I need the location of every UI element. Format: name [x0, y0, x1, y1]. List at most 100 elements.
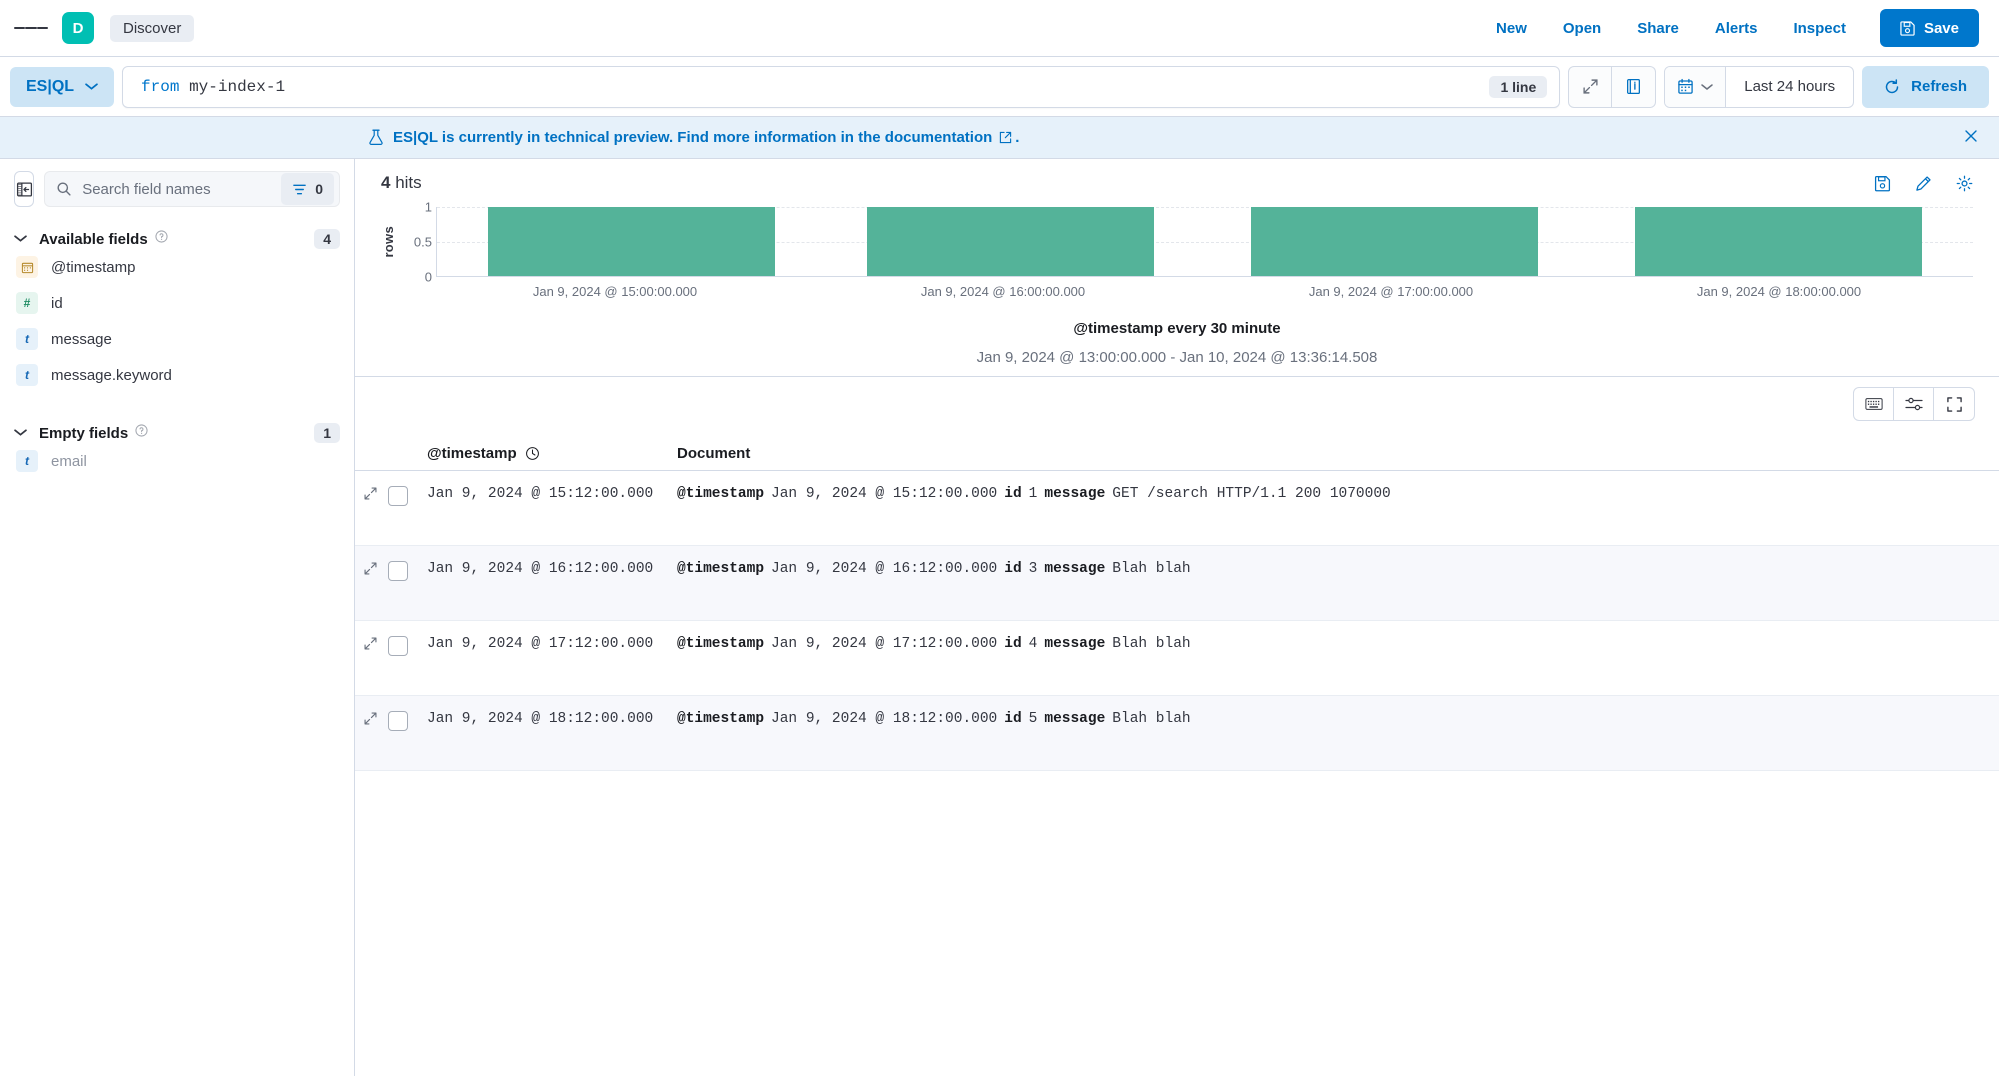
save-button-label: Save — [1924, 20, 1959, 37]
table-row[interactable]: Jan 9, 2024 @ 16:12:00.000 @timestampJan… — [355, 546, 1999, 621]
doc-field-value: 4 — [1029, 636, 1038, 652]
save-chart-icon[interactable] — [1874, 175, 1891, 192]
hits-count: 4 — [381, 173, 390, 192]
question-circle-icon[interactable] — [135, 424, 148, 442]
table-row[interactable]: Jan 9, 2024 @ 17:12:00.000 @timestampJan… — [355, 621, 1999, 696]
sidebar-field-message-keyword[interactable]: t message.keyword — [14, 357, 340, 393]
refresh-button[interactable]: Refresh — [1862, 66, 1989, 108]
nav-link-share[interactable]: Share — [1637, 20, 1679, 37]
table-row[interactable]: Jan 9, 2024 @ 15:12:00.000 @timestampJan… — [355, 471, 1999, 546]
y-tick: 0.5 — [414, 235, 432, 250]
chart-toolbar — [1874, 175, 1973, 192]
search-field-wrapper[interactable]: 0 — [44, 171, 340, 207]
sidebar-field-id[interactable]: # id — [14, 285, 340, 321]
bar[interactable] — [867, 207, 1154, 276]
bar[interactable] — [1251, 207, 1538, 276]
x-tick: Jan 9, 2024 @ 17:00:00.000 — [1309, 284, 1473, 299]
query-input-wrapper[interactable]: from my-index-1 1 line — [122, 66, 1560, 108]
expand-row-icon[interactable] — [363, 636, 378, 656]
field-filter-count: 0 — [315, 181, 323, 197]
row-select-checkbox[interactable] — [388, 636, 408, 656]
row-select-checkbox[interactable] — [388, 711, 408, 731]
display-options-button[interactable] — [1894, 388, 1934, 420]
close-icon[interactable] — [1963, 128, 1979, 148]
bar[interactable] — [488, 207, 775, 276]
expand-row-icon[interactable] — [363, 486, 378, 506]
query-keyword: from — [141, 78, 179, 96]
y-axis-label: rows — [381, 226, 396, 258]
chart-options-gear-icon[interactable] — [1956, 175, 1973, 192]
sidebar-field-timestamp[interactable]: @timestamp — [14, 249, 340, 285]
chart-title: @timestamp every 30 minute — [381, 320, 1973, 337]
refresh-icon — [1884, 79, 1900, 95]
doc-field-key: message — [1044, 486, 1105, 502]
edit-pencil-icon[interactable] — [1915, 175, 1932, 192]
expand-row-icon[interactable] — [363, 561, 378, 581]
save-button[interactable]: Save — [1880, 9, 1979, 47]
row-timestamp: Jan 9, 2024 @ 18:12:00.000 — [427, 711, 677, 727]
beaker-flask-icon — [368, 129, 384, 146]
doc-field-key: message — [1044, 561, 1105, 577]
bar[interactable] — [1635, 207, 1922, 276]
sidebar-field-message[interactable]: t message — [14, 321, 340, 357]
date-quick-select-button[interactable] — [1665, 67, 1726, 107]
row-document: @timestampJan 9, 2024 @ 17:12:00.000id4m… — [677, 636, 1191, 652]
doc-field-value: Jan 9, 2024 @ 18:12:00.000 — [771, 711, 997, 727]
query-language-selector[interactable]: ES|QL — [10, 67, 114, 107]
collapse-sidebar-icon — [16, 181, 33, 198]
field-type-string-icon: t — [16, 328, 38, 350]
display-options-icon — [1905, 396, 1923, 412]
column-header-document[interactable]: Document — [677, 445, 750, 462]
sidebar-field-email[interactable]: t email — [14, 443, 340, 479]
y-tick: 1 — [425, 200, 432, 215]
x-tick: Jan 9, 2024 @ 18:00:00.000 — [1697, 284, 1861, 299]
nav-link-inspect[interactable]: Inspect — [1793, 20, 1846, 37]
doc-field-key: id — [1004, 486, 1021, 502]
sidebar-search-row: 0 — [14, 171, 340, 207]
nav-link-open[interactable]: Open — [1563, 20, 1601, 37]
row-select-checkbox[interactable] — [388, 486, 408, 506]
collapse-sidebar-button[interactable] — [14, 171, 34, 207]
available-fields-header[interactable]: Available fields 4 — [14, 229, 340, 249]
query-docs-button[interactable] — [1612, 66, 1656, 108]
breadcrumb[interactable]: Discover — [110, 15, 194, 42]
question-circle-icon[interactable] — [155, 230, 168, 248]
hamburger-menu-icon[interactable] — [14, 11, 48, 45]
external-link-icon[interactable] — [999, 131, 1012, 144]
callout-text[interactable]: ES|QL is currently in technical preview.… — [393, 129, 992, 146]
row-select-checkbox[interactable] — [388, 561, 408, 581]
empty-fields-header[interactable]: Empty fields 1 — [14, 423, 340, 443]
table-toolbar — [355, 377, 1999, 427]
documents-table: @timestamp Document — [355, 427, 1999, 1076]
field-type-number-icon: # — [16, 292, 38, 314]
chart-plot-area[interactable] — [436, 207, 1973, 277]
nav-link-new[interactable]: New — [1496, 20, 1527, 37]
x-axis: Jan 9, 2024 @ 15:00:00.000 Jan 9, 2024 @… — [421, 284, 1973, 304]
doc-field-key: message — [1044, 636, 1105, 652]
expand-row-icon[interactable] — [363, 711, 378, 731]
doc-field-key: @timestamp — [677, 561, 764, 577]
clock-icon — [525, 446, 540, 461]
x-tick: Jan 9, 2024 @ 15:00:00.000 — [533, 284, 697, 299]
chevron-down-icon — [85, 82, 98, 91]
query-input[interactable]: from my-index-1 — [141, 78, 1489, 96]
field-filter-button[interactable]: 0 — [281, 173, 334, 205]
doc-field-key: @timestamp — [677, 486, 764, 502]
time-range-value[interactable]: Last 24 hours — [1726, 78, 1853, 95]
row-timestamp: Jan 9, 2024 @ 15:12:00.000 — [427, 486, 677, 502]
fullscreen-button[interactable] — [1934, 388, 1974, 420]
search-input[interactable] — [82, 181, 281, 198]
doc-field-key: @timestamp — [677, 711, 764, 727]
keyboard-shortcuts-button[interactable] — [1854, 388, 1894, 420]
field-name: id — [51, 295, 63, 312]
doc-field-value: Blah blah — [1112, 711, 1190, 727]
row-document: @timestampJan 9, 2024 @ 16:12:00.000id3m… — [677, 561, 1191, 577]
technical-preview-callout: ES|QL is currently in technical preview.… — [0, 117, 1999, 159]
line-count-badge: 1 line — [1489, 76, 1547, 98]
x-tick: Jan 9, 2024 @ 16:00:00.000 — [921, 284, 1085, 299]
expand-query-button[interactable] — [1568, 66, 1612, 108]
nav-link-alerts[interactable]: Alerts — [1715, 20, 1758, 37]
app-avatar[interactable]: D — [62, 12, 94, 44]
table-row[interactable]: Jan 9, 2024 @ 18:12:00.000 @timestampJan… — [355, 696, 1999, 771]
column-header-timestamp[interactable]: @timestamp — [427, 445, 677, 462]
